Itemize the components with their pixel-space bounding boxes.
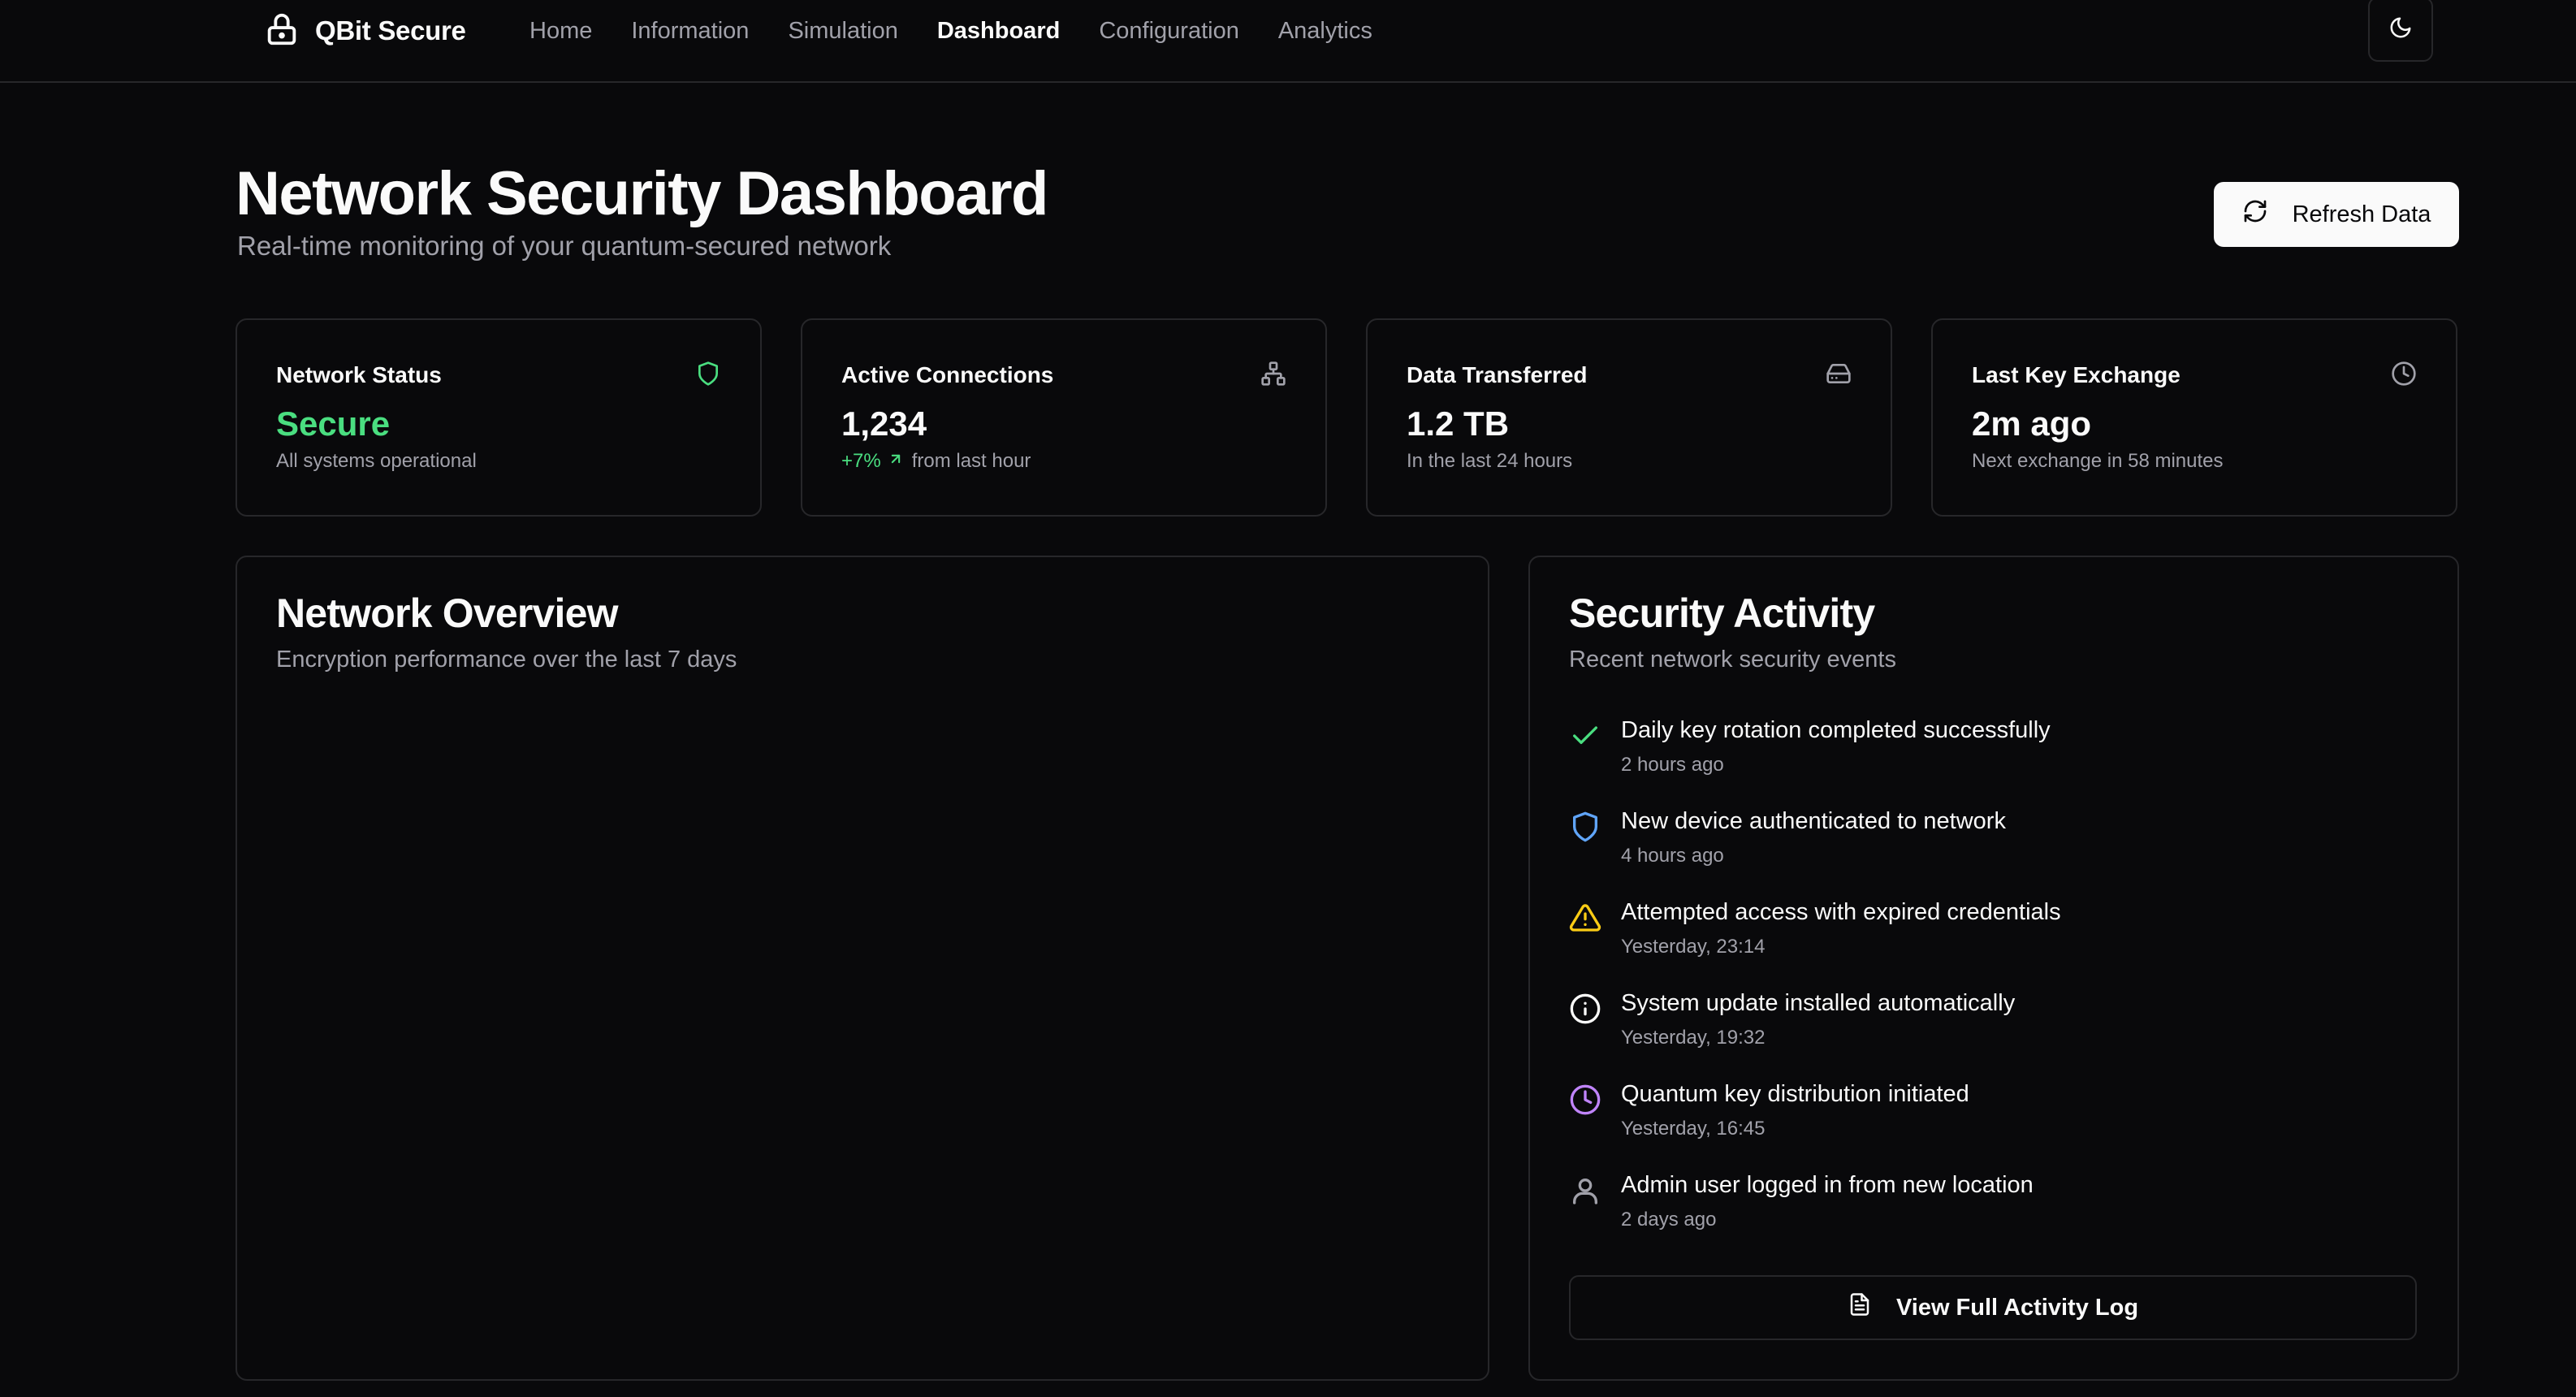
activity-text: Attempted access with expired credential…: [1621, 899, 2061, 925]
stat-subtext: +7% from last hour: [841, 450, 1031, 473]
network-overview-panel: Network Overview Encryption performance …: [236, 556, 1489, 1381]
hard-drive-icon: [1826, 361, 1852, 387]
page-title: Network Security Dashboard: [236, 159, 1048, 228]
stat-card-active-connections: Active Connections 1,234 +7% from last h…: [801, 318, 1327, 517]
user-icon: [1569, 1174, 1601, 1207]
stat-label: Data Transferred: [1407, 362, 1588, 387]
stat-value: 1.2 TB: [1407, 404, 1510, 443]
activity-time: 4 hours ago: [1621, 845, 1724, 867]
page-subtitle: Real-time monitoring of your quantum-sec…: [237, 231, 892, 261]
warning-icon: [1569, 902, 1601, 934]
trend-indicator: +7%: [841, 450, 904, 473]
activity-time: Yesterday, 19:32: [1621, 1027, 1766, 1049]
panel-title: Network Overview: [276, 590, 619, 636]
panel-title: Security Activity: [1569, 590, 1875, 636]
stat-card-network-status: Network Status Secure All systems operat…: [236, 318, 762, 517]
shield-icon: [695, 361, 721, 387]
main-nav: Home Information Simulation Dashboard Co…: [529, 10, 1372, 52]
trend-caption: from last hour: [911, 450, 1031, 472]
nav-item-information[interactable]: Information: [631, 18, 749, 45]
nav-item-simulation[interactable]: Simulation: [788, 18, 897, 45]
file-text-icon: [1848, 1292, 1872, 1323]
stat-card-data-transferred: Data Transferred 1.2 TB In the last 24 h…: [1366, 318, 1892, 517]
activity-time: Yesterday, 16:45: [1621, 1118, 1766, 1140]
shield-icon: [1569, 811, 1601, 843]
security-activity-panel: Security Activity Recent network securit…: [1528, 556, 2459, 1381]
moon-icon: [2388, 15, 2413, 44]
activity-text: Admin user logged in from new location: [1621, 1172, 2034, 1198]
info-icon: [1569, 993, 1601, 1025]
activity-list: Daily key rotation completed successfull…: [1569, 715, 2417, 1261]
list-item: Attempted access with expired credential…: [1569, 897, 2417, 988]
list-item: Daily key rotation completed successfull…: [1569, 715, 2417, 806]
theme-toggle-button[interactable]: [2368, 0, 2433, 62]
chart-area: [276, 703, 1449, 1340]
stat-label: Network Status: [276, 362, 442, 387]
stat-value: 1,234: [841, 404, 927, 443]
nav-item-analytics[interactable]: Analytics: [1278, 18, 1372, 45]
list-item: System update installed automatically Ye…: [1569, 988, 2417, 1079]
top-navigation-bar: QBit Secure Home Information Simulation …: [0, 0, 2576, 83]
view-activity-log-label: View Full Activity Log: [1895, 1294, 2139, 1321]
brand-name: QBit Secure: [315, 15, 466, 45]
arrow-up-right-icon: [888, 450, 904, 473]
refresh-data-button[interactable]: Refresh Data: [2214, 182, 2459, 247]
clock-icon: [1569, 1083, 1601, 1116]
list-item: Quantum key distribution initiated Yeste…: [1569, 1079, 2417, 1170]
stat-label: Last Key Exchange: [1972, 362, 2181, 387]
activity-text: New device authenticated to network: [1621, 808, 2006, 834]
activity-time: Yesterday, 23:14: [1621, 936, 1766, 958]
brand[interactable]: QBit Secure: [263, 10, 466, 52]
nav-item-home[interactable]: Home: [529, 18, 592, 45]
nav-item-configuration[interactable]: Configuration: [1099, 18, 1239, 45]
refresh-icon: [2242, 198, 2268, 231]
trend-value: +7%: [841, 450, 881, 472]
activity-text: Quantum key distribution initiated: [1621, 1081, 1969, 1107]
activity-text: System update installed automatically: [1621, 990, 2016, 1016]
activity-time: 2 hours ago: [1621, 754, 1724, 776]
stat-label: Active Connections: [841, 362, 1054, 387]
clock-icon: [2391, 361, 2417, 387]
stat-subtext: In the last 24 hours: [1407, 450, 1573, 472]
network-icon: [1260, 361, 1286, 387]
stat-value: Secure: [276, 404, 391, 443]
list-item: Admin user logged in from new location 2…: [1569, 1170, 2417, 1261]
panel-subtitle: Encryption performance over the last 7 d…: [276, 647, 737, 673]
panel-subtitle: Recent network security events: [1569, 647, 1896, 673]
stat-subtext: All systems operational: [276, 450, 477, 472]
stat-value: 2m ago: [1972, 404, 2092, 443]
view-activity-log-button[interactable]: View Full Activity Log: [1569, 1275, 2417, 1340]
activity-time: 2 days ago: [1621, 1209, 1717, 1230]
activity-text: Daily key rotation completed successfull…: [1621, 717, 2051, 743]
list-item: New device authenticated to network 4 ho…: [1569, 806, 2417, 897]
check-icon: [1569, 720, 1601, 752]
stat-card-last-key-exchange: Last Key Exchange 2m ago Next exchange i…: [1931, 318, 2457, 517]
stat-subtext: Next exchange in 58 minutes: [1972, 450, 2224, 472]
nav-item-dashboard[interactable]: Dashboard: [937, 18, 1060, 45]
lock-icon: [263, 11, 300, 52]
refresh-data-label: Refresh Data: [2292, 201, 2431, 227]
